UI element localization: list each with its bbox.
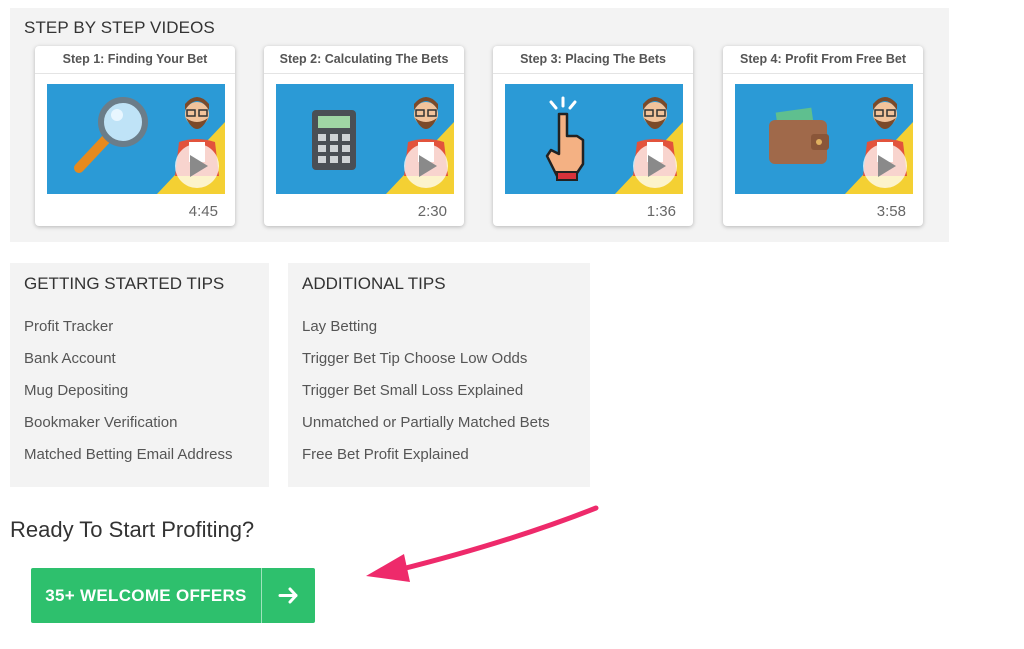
video-card-title: Step 3: Placing The Bets [493, 46, 693, 74]
cta-heading: Ready To Start Profiting? [10, 517, 255, 542]
play-icon[interactable] [633, 144, 677, 188]
play-icon[interactable] [404, 144, 448, 188]
play-icon[interactable] [175, 144, 219, 188]
welcome-offers-button[interactable]: 35+ WELCOME OFFERS [31, 568, 315, 623]
video-card-title: Step 4: Profit From Free Bet [723, 46, 923, 74]
video-thumbnail[interactable] [276, 84, 454, 194]
tip-link-bookmaker-verification[interactable]: Bookmaker Verification [24, 414, 232, 446]
tip-link-trigger-bet-low-odds[interactable]: Trigger Bet Tip Choose Low Odds [302, 350, 550, 382]
tip-link-unmatched-bets[interactable]: Unmatched or Partially Matched Bets [302, 414, 550, 446]
welcome-offers-button-label: 35+ WELCOME OFFERS [45, 586, 247, 605]
video-duration: 4:45 [188, 203, 218, 220]
video-duration: 2:30 [417, 203, 447, 220]
getting-started-tips-list: Profit Tracker Bank Account Mug Depositi… [24, 318, 232, 478]
tip-link-bank-account[interactable]: Bank Account [24, 350, 232, 382]
video-card-title: Step 1: Finding Your Bet [35, 46, 235, 74]
additional-tips-title: ADDITIONAL TIPS [302, 274, 446, 293]
tip-link-mug-depositing[interactable]: Mug Depositing [24, 382, 232, 414]
tip-link-trigger-bet-small-loss[interactable]: Trigger Bet Small Loss Explained [302, 382, 550, 414]
video-thumbnail[interactable] [47, 84, 225, 194]
additional-tips-list: Lay Betting Trigger Bet Tip Choose Low O… [302, 318, 550, 478]
arrow-right-icon [262, 568, 315, 623]
video-card-step-3[interactable]: Step 3: Placing The Bets 1:36 [493, 46, 693, 226]
video-card-step-4[interactable]: Step 4: Profit From Free Bet 3:58 [723, 46, 923, 226]
getting-started-tips-title: GETTING STARTED TIPS [24, 274, 225, 293]
video-thumbnail[interactable] [735, 84, 913, 194]
video-thumbnail[interactable] [505, 84, 683, 194]
calculator-icon [312, 110, 356, 170]
getting-started-tips-panel: GETTING STARTED TIPS Profit Tracker Bank… [10, 263, 269, 487]
video-card-title: Step 2: Calculating The Bets [264, 46, 464, 74]
pink-pointer-arrow-icon [360, 500, 605, 590]
video-card-step-1[interactable]: Step 1: Finding Your Bet 4:45 [35, 46, 235, 226]
tip-link-free-bet-profit[interactable]: Free Bet Profit Explained [302, 446, 550, 478]
video-duration: 1:36 [646, 203, 676, 220]
step-videos-title: STEP BY STEP VIDEOS [24, 18, 215, 37]
tip-link-matched-betting-email[interactable]: Matched Betting Email Address [24, 446, 232, 478]
video-duration: 3:58 [876, 203, 906, 220]
play-icon[interactable] [863, 144, 907, 188]
tip-link-profit-tracker[interactable]: Profit Tracker [24, 318, 232, 350]
additional-tips-panel: ADDITIONAL TIPS Lay Betting Trigger Bet … [288, 263, 590, 487]
tip-link-lay-betting[interactable]: Lay Betting [302, 318, 550, 350]
step-videos-panel: STEP BY STEP VIDEOS Step 1: Finding Your… [10, 8, 949, 242]
video-card-step-2[interactable]: Step 2: Calculating The Bets 2:30 [264, 46, 464, 226]
